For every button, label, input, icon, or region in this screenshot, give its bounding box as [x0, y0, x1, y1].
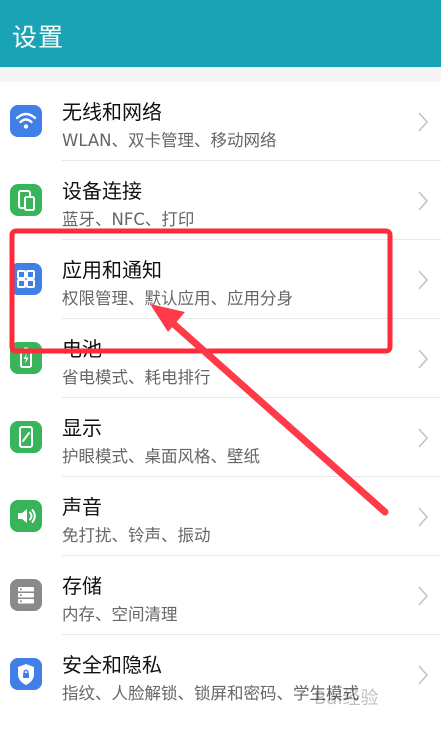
settings-item-storage[interactable]: 存储 内存、空间清理 [0, 556, 441, 635]
apps-grid-icon [10, 263, 42, 295]
storage-icon [10, 579, 42, 611]
settings-item-subtitle: 权限管理、默认应用、应用分身 [62, 289, 293, 308]
settings-item-device-connection[interactable]: 设备连接 蓝牙、NFC、打印 [0, 161, 441, 240]
chevron-right-icon [418, 112, 429, 132]
device-connection-icon [10, 184, 42, 216]
settings-item-sound[interactable]: 声音 免打扰、铃声、振动 [0, 477, 441, 556]
settings-item-subtitle: 免打扰、铃声、振动 [62, 526, 211, 545]
settings-item-subtitle: 蓝牙、NFC、打印 [62, 210, 195, 229]
battery-icon [10, 342, 42, 374]
settings-item-apps-notifications[interactable]: 应用和通知 权限管理、默认应用、应用分身 [0, 240, 441, 319]
settings-item-battery[interactable]: 电池 省电模式、耗电排行 [0, 319, 441, 398]
settings-item-label: 无线和网络 [62, 100, 162, 124]
settings-item-display[interactable]: 显示 护眼模式、桌面风格、壁纸 [0, 398, 441, 477]
chevron-right-icon [418, 270, 429, 290]
settings-item-label: 设备连接 [62, 179, 142, 203]
settings-item-subtitle: 内存、空间清理 [62, 605, 178, 624]
chevron-right-icon [418, 586, 429, 606]
chevron-right-icon [418, 349, 429, 369]
wifi-icon [10, 105, 42, 137]
settings-item-wireless-network[interactable]: 无线和网络 WLAN、双卡管理、移动网络 [0, 82, 441, 161]
settings-item-subtitle: 护眼模式、桌面风格、壁纸 [62, 447, 260, 466]
chevron-right-icon [418, 428, 429, 448]
settings-item-label: 安全和隐私 [62, 653, 162, 677]
watermark-text: Bai经验 [314, 688, 379, 709]
settings-item-subtitle: WLAN、双卡管理、移动网络 [62, 131, 277, 150]
settings-item-subtitle: 省电模式、耗电排行 [62, 368, 211, 387]
settings-item-label: 电池 [62, 337, 102, 361]
sound-icon [10, 500, 42, 532]
settings-item-label: 显示 [62, 416, 102, 440]
settings-list: 无线和网络 WLAN、双卡管理、移动网络 设备连接 蓝牙、NFC、打印 应用和通… [0, 82, 441, 731]
security-shield-icon [10, 658, 42, 690]
chevron-right-icon [418, 507, 429, 527]
display-icon [10, 421, 42, 453]
chevron-right-icon [418, 665, 429, 685]
settings-item-label: 应用和通知 [62, 258, 162, 282]
chevron-right-icon [418, 191, 429, 211]
app-bar: 设置 [0, 0, 441, 67]
page-title: 设置 [12, 23, 65, 52]
settings-item-label: 存储 [62, 574, 102, 598]
settings-item-label: 声音 [62, 495, 102, 519]
